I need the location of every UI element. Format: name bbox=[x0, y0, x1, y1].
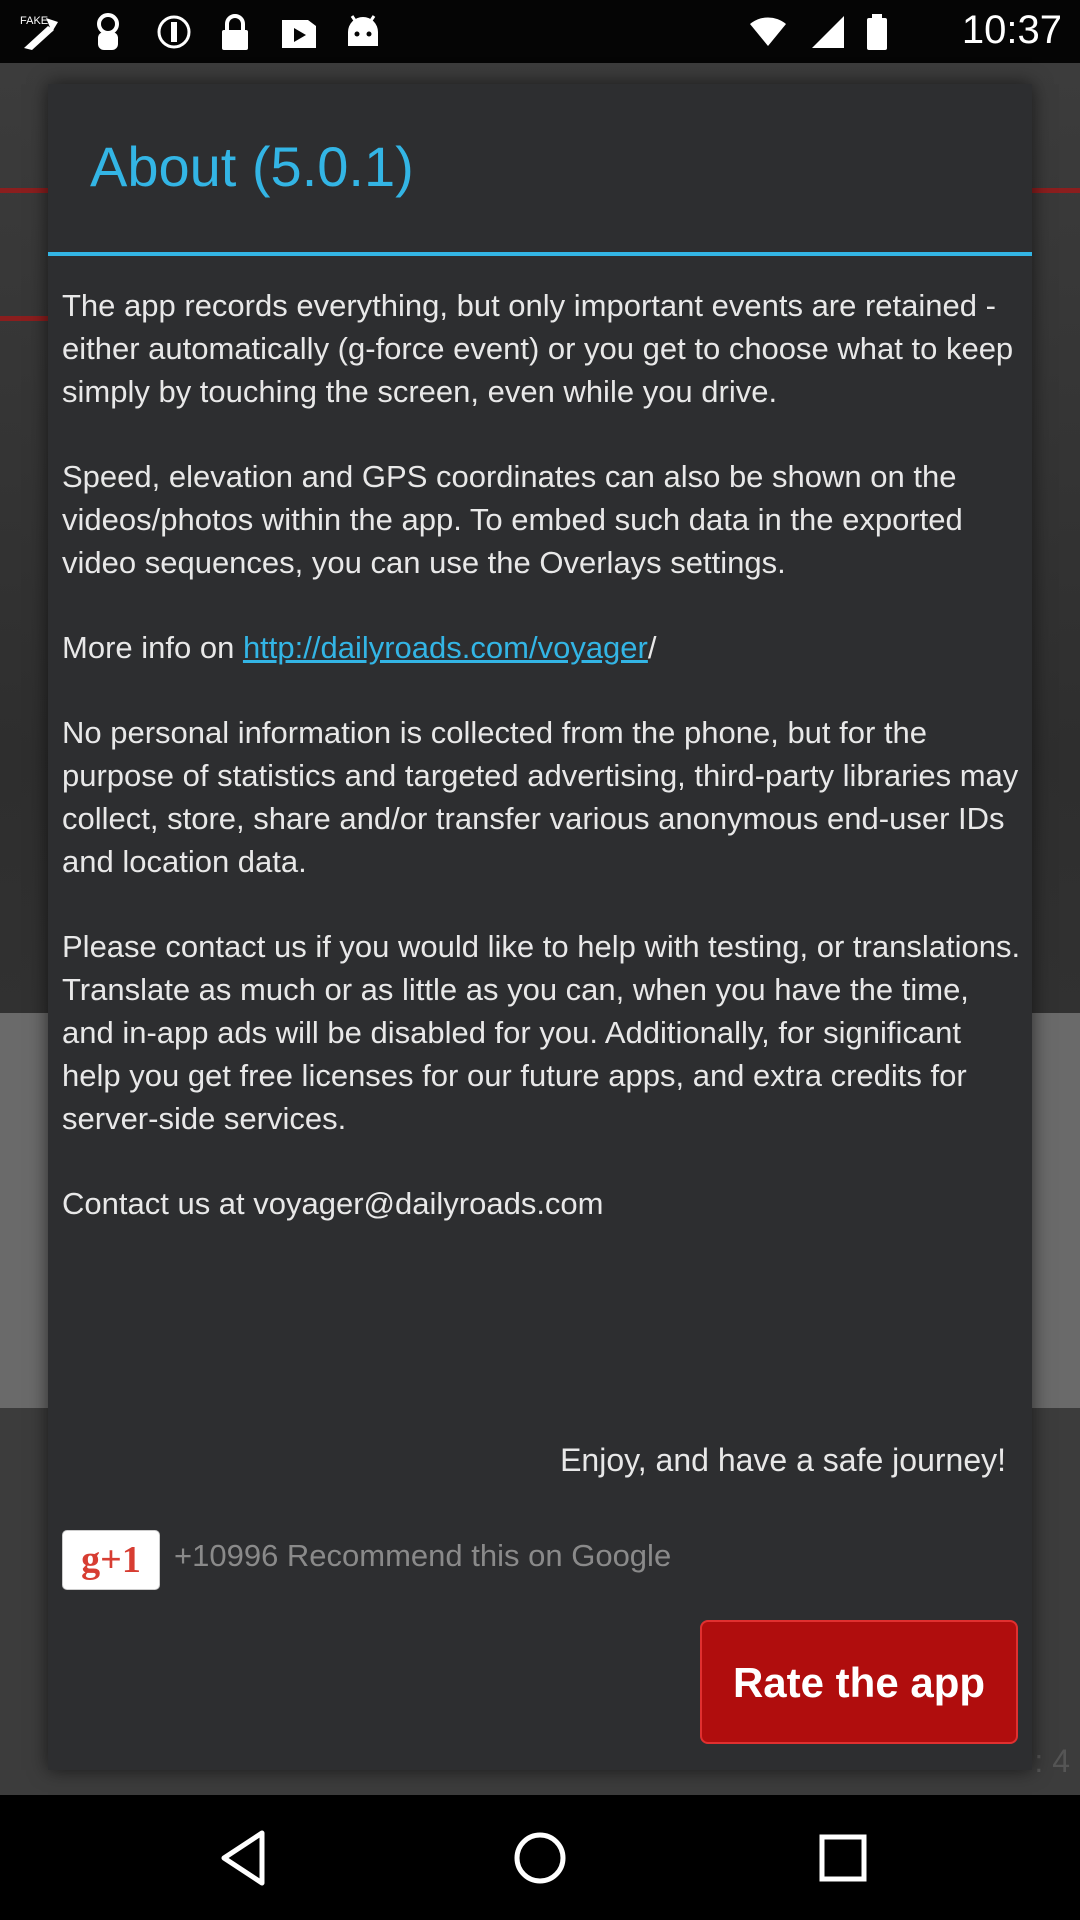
status-bar: FAKE 10:37 bbox=[0, 0, 1080, 63]
voyager-link[interactable]: http://dailyroads.com/voyager bbox=[243, 630, 648, 665]
google-plus-count: +10996 Recommend this on Google bbox=[174, 1538, 672, 1573]
paragraph-more-info: More info on http://dailyroads.com/voyag… bbox=[62, 626, 1022, 669]
rate-app-button[interactable]: Rate the app bbox=[700, 1620, 1018, 1744]
wifi-icon bbox=[750, 17, 786, 46]
recents-icon[interactable] bbox=[808, 1823, 878, 1893]
battery-icon bbox=[867, 14, 887, 50]
more-info-label: More info on bbox=[62, 630, 243, 665]
svg-text:FAKE: FAKE bbox=[20, 15, 48, 27]
about-dialog: About (5.0.1) The app records everything… bbox=[48, 84, 1032, 1770]
enjoy-message: Enjoy, and have a safe journey! bbox=[560, 1442, 1006, 1478]
home-icon[interactable] bbox=[505, 1823, 575, 1893]
android-icon bbox=[348, 15, 378, 46]
paragraph-privacy: No personal information is collected fro… bbox=[62, 715, 1019, 879]
fake-gps-icon: FAKE bbox=[20, 15, 58, 50]
lock-icon bbox=[222, 14, 248, 50]
dialog-title: About (5.0.1) bbox=[90, 135, 414, 198]
back-icon[interactable] bbox=[210, 1823, 280, 1893]
google-plus-one-button[interactable]: g+1 bbox=[62, 1530, 160, 1590]
paragraph-overlays: Speed, elevation and GPS coordinates can… bbox=[62, 459, 963, 580]
background-divider bbox=[1030, 188, 1080, 193]
about-text: The app records everything, but only imp… bbox=[62, 284, 1022, 1267]
navigation-bar bbox=[0, 1795, 1080, 1920]
paragraph-contact: Contact us at voyager@dailyroads.com bbox=[62, 1186, 604, 1221]
background-text: : 4 bbox=[1034, 1743, 1070, 1779]
signal-icon bbox=[812, 16, 844, 48]
tv-remote-icon bbox=[97, 13, 119, 50]
link-suffix: / bbox=[647, 630, 657, 665]
paragraph-contribute: Please contact us if you would like to h… bbox=[62, 929, 1021, 1136]
background-thumbnail bbox=[0, 1013, 48, 1433]
youtube-icon bbox=[282, 20, 316, 48]
clock: 10:37 bbox=[961, 8, 1062, 52]
title-divider bbox=[48, 252, 1032, 256]
paragraph-recording: The app records everything, but only imp… bbox=[62, 288, 1014, 409]
location-icon bbox=[157, 15, 191, 49]
background-thumbnail bbox=[1032, 1013, 1080, 1433]
